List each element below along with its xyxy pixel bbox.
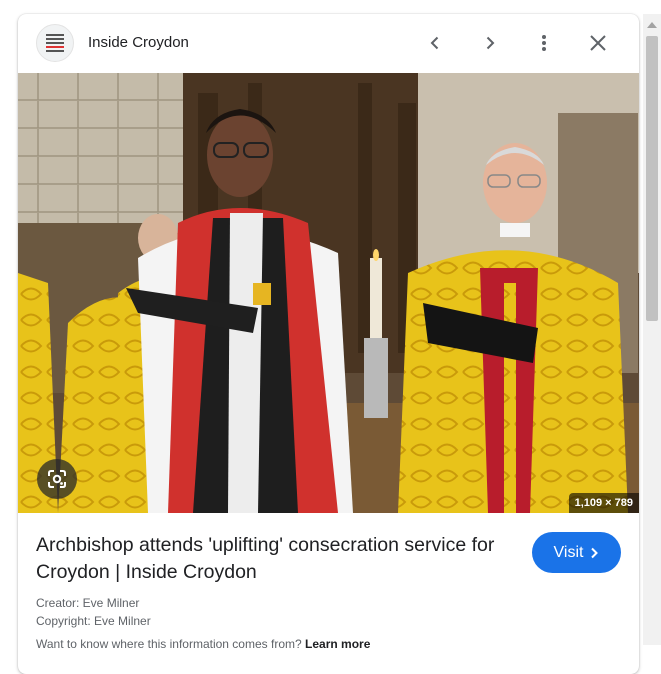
google-lens-button[interactable] (37, 459, 77, 499)
previous-button[interactable] (420, 28, 450, 58)
close-button[interactable] (583, 28, 613, 58)
scroll-thumb[interactable] (646, 36, 658, 321)
scroll-up-arrow-icon[interactable] (647, 22, 657, 28)
learn-more-link[interactable]: Learn more (305, 637, 370, 651)
chevron-left-icon (430, 36, 439, 50)
ceremony-photo (18, 73, 639, 513)
info-text: Want to know where this information come… (36, 637, 302, 651)
preview-header: Inside Croydon (18, 14, 639, 72)
chevron-right-icon (591, 547, 599, 558)
chevron-right-icon (486, 36, 495, 50)
copyright-text: Copyright: Eve Milner (36, 614, 151, 628)
visit-button[interactable]: Visit (532, 532, 621, 573)
result-title[interactable]: Archbishop attends 'uplifting' consecrat… (36, 532, 496, 586)
image-dimensions-badge: 1,109 × 789 (568, 493, 639, 513)
more-vert-icon (542, 35, 546, 51)
close-icon (590, 35, 606, 51)
google-lens-icon (48, 470, 66, 488)
image-preview-panel: Inside Croydon 1,109 × 789 Archbishop at… (18, 14, 639, 674)
next-button[interactable] (475, 28, 505, 58)
creator-text: Creator: Eve Milner (36, 596, 140, 610)
site-name[interactable]: Inside Croydon (88, 34, 189, 51)
visit-button-label: Visit (553, 543, 584, 561)
more-options-button[interactable] (529, 28, 559, 58)
preview-image[interactable]: 1,109 × 789 (18, 73, 639, 513)
site-favicon-icon (36, 24, 74, 62)
scrollbar[interactable] (643, 14, 661, 645)
info-line: Want to know where this information come… (36, 637, 370, 651)
